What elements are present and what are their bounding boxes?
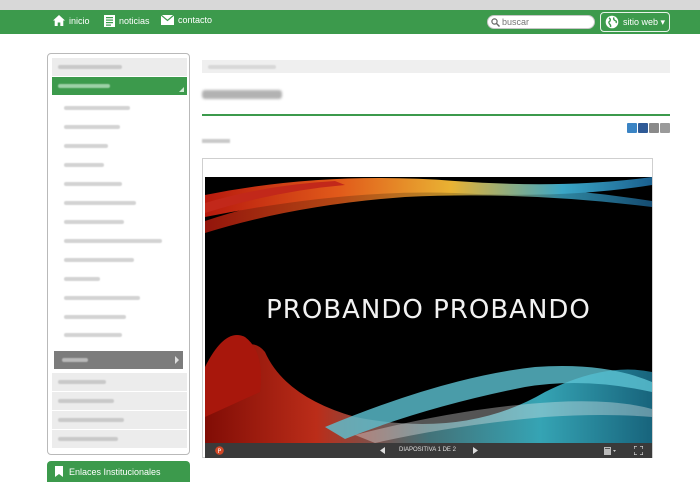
nav-contacto[interactable]: contacto: [161, 15, 212, 25]
submenu-item[interactable]: [52, 137, 187, 155]
submenu-item-label-redacted: [64, 201, 136, 205]
submenu-item-label-redacted: [64, 220, 124, 224]
submenu-item[interactable]: [52, 289, 187, 307]
browser-top-strip: [0, 0, 700, 10]
search-icon[interactable]: [491, 17, 500, 27]
search-input[interactable]: [502, 17, 592, 27]
twitter-icon[interactable]: [627, 123, 637, 133]
fullscreen-icon[interactable]: [634, 446, 643, 455]
submenu-item-label-redacted: [64, 144, 108, 148]
submenu-item-label-redacted: [64, 277, 100, 281]
sidebar-item[interactable]: [52, 373, 187, 391]
print-icon[interactable]: [660, 123, 670, 133]
submenu-item[interactable]: [52, 308, 187, 326]
globe-icon: [605, 15, 619, 29]
powerpoint-icon[interactable]: P: [215, 446, 224, 455]
sidebar-item-label-redacted: [58, 84, 110, 88]
date-redacted: [202, 139, 230, 143]
submenu-item-selected[interactable]: [54, 351, 183, 369]
search-box: [487, 15, 595, 29]
site-menu-label: sitio web ▾: [623, 16, 666, 27]
submenu-item-label-redacted: [64, 296, 140, 300]
viewer-toolbar: P DIAPOSITIVA 1 DE 2: [205, 443, 652, 458]
submenu-item-label-redacted: [64, 239, 162, 243]
enlaces-label: Enlaces Institucionales: [69, 466, 161, 477]
slide[interactable]: PROBANDO PROBANDO: [205, 177, 652, 443]
sidebar-item-label-redacted: [58, 65, 122, 69]
chevron-right-icon: [175, 356, 179, 364]
submenu-item[interactable]: [52, 232, 187, 250]
mail-icon: [161, 15, 174, 25]
submenu-item[interactable]: [52, 99, 187, 117]
email-icon[interactable]: [649, 123, 659, 133]
view-options-icon[interactable]: [604, 447, 617, 455]
slide-title: PROBANDO PROBANDO: [266, 295, 591, 325]
sidebar-item-label-redacted: [58, 437, 118, 441]
sidebar-item-label-redacted: [58, 380, 106, 384]
page-title-redacted: [202, 90, 282, 99]
submenu-item[interactable]: [52, 213, 187, 231]
sidebar-item-label-redacted: [58, 399, 114, 403]
submenu-item-label-redacted: [64, 182, 122, 186]
submenu-item[interactable]: [52, 156, 187, 174]
submenu-item-label-redacted: [64, 333, 122, 337]
sidebar-item[interactable]: [52, 392, 187, 410]
enlaces-institucionales-header[interactable]: Enlaces Institucionales: [47, 461, 190, 482]
breadcrumb: [202, 60, 670, 73]
submenu-item[interactable]: [52, 175, 187, 193]
previous-slide-icon[interactable]: [380, 447, 386, 454]
sidebar-item[interactable]: [52, 411, 187, 429]
submenu-item[interactable]: [52, 326, 187, 344]
news-icon: [104, 15, 115, 27]
nav-inicio-label: inicio: [69, 15, 90, 26]
submenu-item-label-redacted: [64, 163, 104, 167]
submenu-item-label-redacted: [64, 258, 134, 262]
nav-contacto-label: contacto: [178, 15, 213, 25]
sidebar-item[interactable]: [52, 58, 187, 76]
share-buttons: [627, 123, 670, 133]
submenu-item[interactable]: [52, 270, 187, 288]
nav-noticias-label: noticias: [119, 16, 150, 26]
submenu-item-label-redacted: [64, 125, 120, 129]
title-divider: [202, 114, 670, 116]
submenu-item[interactable]: [52, 118, 187, 136]
submenu-item[interactable]: [52, 194, 187, 212]
bookmark-icon: [55, 466, 63, 477]
breadcrumb-text-redacted: [208, 65, 276, 69]
nav-noticias[interactable]: noticias: [104, 15, 150, 27]
presentation-viewer: PROBANDO PROBANDO P DIAPOSITIVA 1 DE 2: [202, 158, 653, 458]
sidebar-item[interactable]: [52, 430, 187, 448]
top-navigation-bar: inicio noticias contacto sitio we: [0, 10, 700, 34]
slide-counter: DIAPOSITIVA 1 DE 2: [399, 447, 456, 453]
submenu-item-label-redacted: [64, 315, 126, 319]
submenu-item-label-redacted: [64, 106, 130, 110]
submenu-item[interactable]: [52, 251, 187, 269]
svg-text:P: P: [218, 448, 222, 455]
sidebar-item-active[interactable]: [52, 77, 187, 95]
corner-arrow-icon: [179, 87, 184, 92]
submenu-item-label-redacted: [62, 358, 88, 362]
next-slide-icon[interactable]: [473, 447, 479, 454]
nav-inicio[interactable]: inicio: [53, 15, 90, 26]
site-menu-button[interactable]: sitio web ▾: [600, 12, 670, 32]
sidebar-menu: [47, 53, 190, 455]
facebook-icon[interactable]: [638, 123, 648, 133]
sidebar-item-label-redacted: [58, 418, 124, 422]
home-icon: [53, 15, 65, 26]
